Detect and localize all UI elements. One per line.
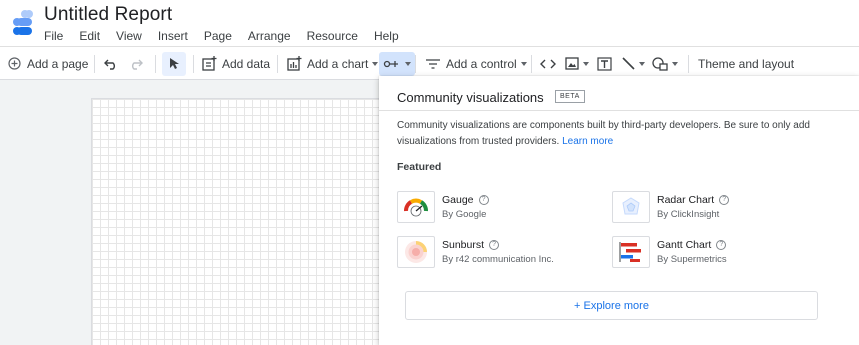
add-control-label: Add a control: [446, 56, 517, 71]
theme-and-layout-label: Theme and layout: [698, 56, 795, 71]
add-data-icon: [202, 56, 217, 71]
panel-divider: [379, 110, 859, 111]
toolbar-divider: [277, 55, 278, 73]
chevron-down-icon: [672, 61, 678, 66]
radar-chart-icon: [622, 197, 640, 215]
toolbar-divider: [94, 55, 95, 73]
chevron-down-icon: [639, 61, 645, 66]
panel-description: Community visualizations are components …: [397, 118, 842, 150]
add-page-label: Add a page: [27, 56, 89, 71]
toolbar-divider: [688, 55, 689, 73]
add-data-button[interactable]: Add data: [202, 47, 270, 80]
add-circle-icon: [8, 57, 21, 70]
help-icon[interactable]: ?: [478, 195, 489, 205]
learn-more-link[interactable]: Learn more: [562, 136, 613, 147]
toolbar: Add a page Add data Add a chart Add a co…: [0, 46, 859, 80]
menu-resource[interactable]: Resource: [307, 29, 358, 43]
panel-title: Community visualizations: [397, 90, 544, 105]
line-icon: [622, 57, 635, 70]
add-chart-label: Add a chart: [307, 56, 369, 71]
menu-help[interactable]: Help: [374, 29, 399, 43]
undo-button[interactable]: [104, 47, 118, 80]
gauge-name: Gauge: [442, 194, 474, 206]
gantt-chart-name: Gantt Chart: [657, 239, 712, 251]
sunburst-author: By r42 communication Inc.: [442, 254, 554, 265]
radar-chart-thumbnail: [612, 191, 650, 223]
chevron-down-icon: [520, 61, 527, 66]
sunburst-icon: [405, 241, 427, 263]
help-icon[interactable]: ?: [489, 240, 500, 250]
add-chart-icon: [287, 56, 302, 71]
sunburst-name: Sunburst: [442, 239, 485, 251]
radar-chart-name: Radar Chart: [657, 194, 715, 206]
community-visualization-icon: [383, 60, 398, 68]
redo-icon: [132, 59, 143, 70]
help-icon[interactable]: ?: [719, 195, 730, 205]
add-data-label: Add data: [222, 56, 271, 71]
redo-button[interactable]: [129, 47, 143, 80]
app-header: Untitled Report File Edit View Insert Pa…: [0, 0, 859, 46]
add-chart-button[interactable]: Add a chart: [287, 47, 379, 80]
gauge-icon: [404, 198, 428, 217]
toolbar-divider: [155, 55, 156, 73]
gantt-chart-author: By Supermetrics: [657, 254, 727, 265]
menu-insert[interactable]: Insert: [158, 29, 188, 43]
featured-heading: Featured: [397, 161, 442, 173]
toolbar-divider: [531, 55, 532, 73]
chevron-down-icon: [405, 62, 411, 66]
sunburst-thumbnail: [397, 236, 435, 268]
menu-edit[interactable]: Edit: [79, 29, 100, 43]
viz-item-gantt-chart[interactable]: Gantt Chart? By Supermetrics: [612, 236, 727, 268]
gauge-thumbnail: [397, 191, 435, 223]
chevron-down-icon: [372, 61, 379, 66]
filter-control-icon: [426, 58, 440, 69]
text-box-icon: [597, 56, 612, 71]
viz-item-radar-chart[interactable]: Radar Chart? By ClickInsight: [612, 191, 730, 223]
undo-icon: [104, 59, 115, 70]
data-studio-logo-icon[interactable]: [12, 10, 34, 36]
menu-page[interactable]: Page: [204, 29, 232, 43]
help-icon[interactable]: ?: [716, 240, 727, 250]
community-visualizations-button[interactable]: [379, 52, 415, 76]
code-icon: [540, 59, 556, 68]
gauge-author: By Google: [442, 209, 487, 220]
menu-arrange[interactable]: Arrange: [248, 29, 291, 43]
image-icon: [565, 57, 579, 70]
add-page-button[interactable]: Add a page: [8, 47, 88, 80]
menu-view[interactable]: View: [116, 29, 142, 43]
cursor-arrow-icon: [170, 58, 179, 69]
gantt-chart-icon: [619, 242, 641, 262]
toolbar-divider: [193, 55, 194, 73]
toolbar-divider: [415, 55, 416, 73]
beta-badge: BETA: [555, 90, 585, 103]
menu-bar: File Edit View Insert Page Arrange Resou…: [44, 29, 415, 43]
gantt-chart-thumbnail: [612, 236, 650, 268]
explore-more-button[interactable]: + Explore more: [405, 291, 818, 320]
viz-item-sunburst[interactable]: Sunburst? By r42 communication Inc.: [397, 236, 554, 268]
select-tool-button[interactable]: [162, 52, 186, 76]
viz-item-gauge[interactable]: Gauge? By Google: [397, 191, 489, 223]
chevron-down-icon: [583, 61, 589, 66]
report-title[interactable]: Untitled Report: [44, 4, 172, 26]
shapes-icon: [652, 56, 668, 71]
community-visualizations-panel: Community visualizations BETA Community …: [379, 76, 859, 345]
radar-chart-author: By ClickInsight: [657, 209, 720, 220]
menu-file[interactable]: File: [44, 29, 63, 43]
